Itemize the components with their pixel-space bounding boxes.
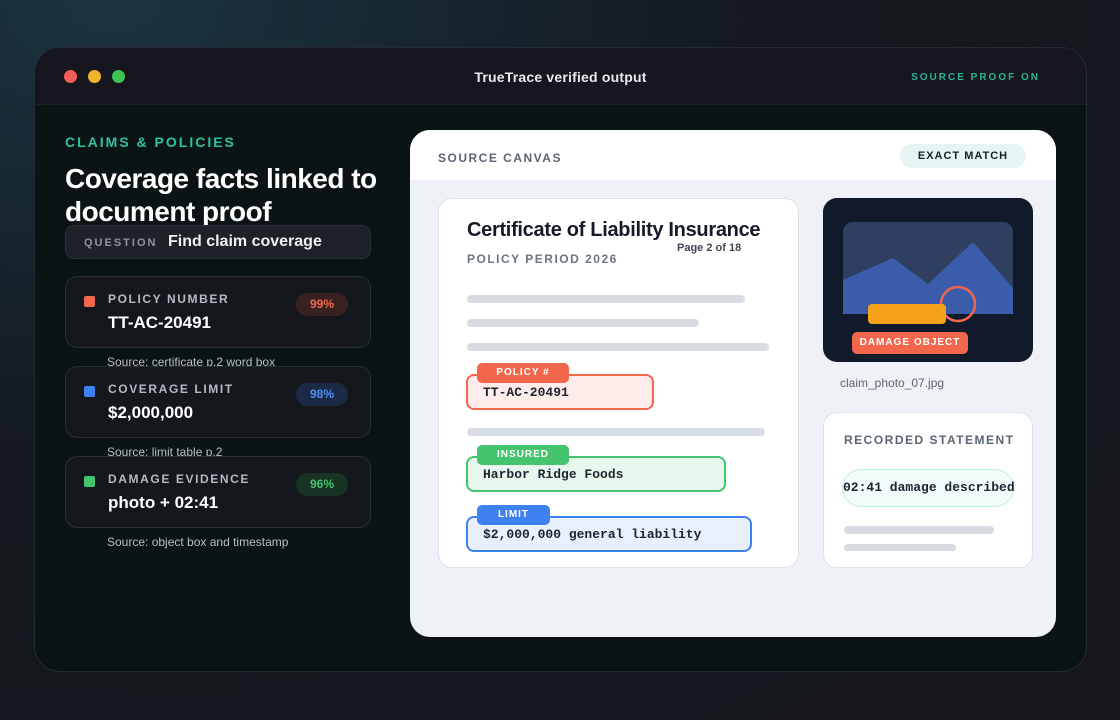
- photo-filename: claim_photo_07.jpg: [840, 376, 945, 390]
- fact-value: $2,000,000: [108, 403, 194, 422]
- fact-source-note: Source: object box and timestamp: [107, 535, 289, 549]
- statement-quote[interactable]: 02:41 damage described: [842, 469, 1015, 507]
- canvas-header: SOURCE CANVAS EXACT MATCH: [410, 130, 1056, 180]
- question-text: Find claim coverage: [168, 233, 322, 250]
- title-bar: TrueTrace verified output SOURCE PROOF O…: [35, 48, 1086, 105]
- confidence-badge: 98%: [296, 383, 348, 406]
- damage-object-tag: DAMAGE OBJECT: [852, 332, 968, 354]
- text-line-placeholder: [467, 295, 745, 303]
- confidence-badge: 99%: [296, 293, 348, 316]
- page-headline: Coverage facts linked to document proof: [65, 163, 377, 227]
- status-square-icon: [84, 386, 95, 397]
- claim-photo[interactable]: DAMAGE OBJECT: [823, 198, 1033, 362]
- fact-label: COVERAGE LIMIT: [108, 382, 234, 396]
- document-page[interactable]: Certificate of Liability Insurance Page …: [438, 198, 799, 568]
- status-square-icon: [84, 476, 95, 487]
- fact-value: TT-AC-20491: [108, 313, 211, 332]
- source-proof-toggle[interactable]: SOURCE PROOF ON: [911, 72, 1040, 83]
- fact-card-coverage-limit[interactable]: COVERAGE LIMIT $2,000,000 98%: [65, 366, 371, 438]
- policy-period: POLICY PERIOD 2026: [467, 252, 618, 266]
- canvas-title: SOURCE CANVAS: [438, 151, 562, 165]
- section-eyebrow: CLAIMS & POLICIES: [65, 134, 236, 150]
- text-line-placeholder: [467, 428, 765, 436]
- question-box[interactable]: QUESTION Find claim coverage: [65, 225, 371, 259]
- text-line-placeholder: [844, 544, 956, 551]
- exact-match-badge[interactable]: EXACT MATCH: [900, 144, 1026, 168]
- status-square-icon: [84, 296, 95, 307]
- fact-value: photo + 02:41: [108, 493, 219, 512]
- app-window: TrueTrace verified output SOURCE PROOF O…: [34, 47, 1087, 672]
- policy-tag: POLICY #: [477, 363, 569, 383]
- limit-tag: LIMIT: [477, 505, 550, 525]
- text-line-placeholder: [844, 526, 994, 534]
- text-line-placeholder: [467, 343, 769, 351]
- fact-label: POLICY NUMBER: [108, 292, 230, 306]
- insured-tag: INSURED: [477, 445, 569, 465]
- fact-card-policy-number[interactable]: POLICY NUMBER TT-AC-20491 99%: [65, 276, 371, 348]
- fact-card-damage-evidence[interactable]: DAMAGE EVIDENCE photo + 02:41 96%: [65, 456, 371, 528]
- statement-title: RECORDED STATEMENT: [844, 433, 1015, 447]
- fact-label: DAMAGE EVIDENCE: [108, 472, 251, 486]
- recorded-statement-card[interactable]: RECORDED STATEMENT 02:41 damage describe…: [823, 412, 1033, 568]
- confidence-badge: 96%: [296, 473, 348, 496]
- question-label: QUESTION: [84, 237, 158, 249]
- document-title: Certificate of Liability Insurance: [467, 219, 761, 241]
- damage-object-box: [868, 304, 946, 324]
- source-canvas: SOURCE CANVAS EXACT MATCH Certificate of…: [410, 130, 1056, 637]
- page-indicator: Page 2 of 18: [677, 242, 742, 254]
- text-line-placeholder: [467, 319, 699, 327]
